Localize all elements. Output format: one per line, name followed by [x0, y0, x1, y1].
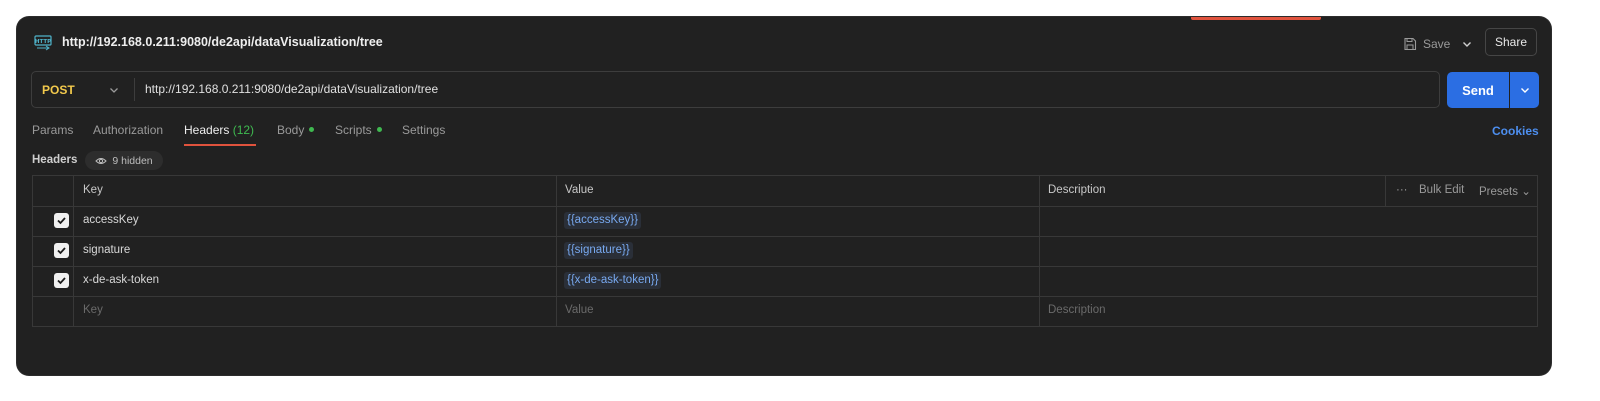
- tab-headers[interactable]: Headers (12): [184, 123, 254, 137]
- new-value-input[interactable]: Value: [565, 304, 594, 316]
- share-button[interactable]: Share: [1485, 28, 1537, 56]
- tab-settings[interactable]: Settings: [402, 123, 445, 137]
- tab-body[interactable]: Body: [277, 123, 315, 137]
- header-key[interactable]: signature: [83, 244, 130, 256]
- table-row: signature {{signature}}: [33, 236, 1537, 267]
- row-checkbox[interactable]: [54, 243, 69, 258]
- tab-params[interactable]: Params: [32, 123, 73, 137]
- divider: [134, 78, 135, 101]
- checkmark-icon: [57, 277, 66, 285]
- more-options-icon[interactable]: ···: [1396, 184, 1408, 196]
- checkmark-icon: [57, 247, 66, 255]
- column-header-description: Description: [1048, 184, 1106, 196]
- chevron-down-icon: ⌄: [1521, 186, 1531, 198]
- hidden-headers-toggle[interactable]: 9 hidden: [85, 151, 163, 170]
- header-value-variable[interactable]: {{accessKey}}: [564, 212, 641, 229]
- column-header-key: Key: [83, 184, 103, 196]
- eye-icon: [95, 157, 108, 164]
- row-checkbox[interactable]: [54, 273, 69, 288]
- row-checkbox[interactable]: [54, 213, 69, 228]
- method-select[interactable]: POST: [42, 83, 75, 97]
- column-header-value: Value: [565, 184, 594, 196]
- headers-table: Key Value Description ··· Bulk Edit Pres…: [32, 175, 1538, 327]
- chevron-down-icon: [1520, 88, 1529, 93]
- active-tab-underline: [184, 144, 256, 146]
- header-key[interactable]: accessKey: [83, 214, 139, 226]
- save-label: Save: [1423, 37, 1451, 51]
- checkmark-icon: [57, 217, 66, 225]
- scripts-status-dot: [376, 127, 382, 133]
- chevron-down-icon[interactable]: [107, 83, 121, 97]
- hidden-count-label: 9 hidden: [112, 154, 153, 167]
- cookies-link[interactable]: Cookies: [1492, 124, 1539, 138]
- header-value-variable[interactable]: {{signature}}: [564, 242, 633, 259]
- new-key-input[interactable]: Key: [83, 304, 103, 316]
- presets-button[interactable]: Presets ⌄: [1479, 184, 1531, 198]
- headers-count: (12): [232, 123, 255, 137]
- tab-authorization[interactable]: Authorization: [93, 123, 163, 137]
- save-button[interactable]: Save: [1403, 33, 1450, 55]
- column-divider: [1385, 176, 1386, 206]
- table-row: accessKey {{accessKey}}: [33, 206, 1537, 237]
- new-description-input[interactable]: Description: [1048, 304, 1106, 316]
- bulk-edit-button[interactable]: Bulk Edit: [1419, 184, 1464, 196]
- chevron-down-icon[interactable]: [1460, 37, 1474, 51]
- save-icon: [1404, 37, 1417, 51]
- header-key[interactable]: x-de-ask-token: [83, 274, 159, 286]
- table-row-new: Key Value Description: [33, 296, 1537, 326]
- headers-section-label: Headers: [32, 154, 78, 166]
- title-row: HTTP http://192.168.0.211:9080/de2api/da…: [17, 17, 1551, 69]
- header-value-variable[interactable]: {{x-de-ask-token}}: [564, 272, 662, 289]
- table-header-row: Key Value Description ··· Bulk Edit Pres…: [33, 176, 1537, 207]
- url-bar: POST http://192.168.0.211:9080/de2api/da…: [31, 71, 1440, 108]
- http-request-icon: HTTP: [34, 35, 52, 51]
- send-button[interactable]: Send: [1447, 72, 1509, 108]
- request-window: HTTP http://192.168.0.211:9080/de2api/da…: [17, 17, 1551, 375]
- tab-scripts[interactable]: Scripts: [335, 123, 382, 137]
- table-row: x-de-ask-token {{x-de-ask-token}}: [33, 266, 1537, 297]
- svg-text:HTTP: HTTP: [35, 39, 51, 45]
- url-input[interactable]: http://192.168.0.211:9080/de2api/dataVis…: [145, 82, 438, 96]
- request-title[interactable]: http://192.168.0.211:9080/de2api/dataVis…: [62, 35, 383, 49]
- body-status-dot: [309, 127, 315, 133]
- send-options-button[interactable]: [1510, 72, 1539, 108]
